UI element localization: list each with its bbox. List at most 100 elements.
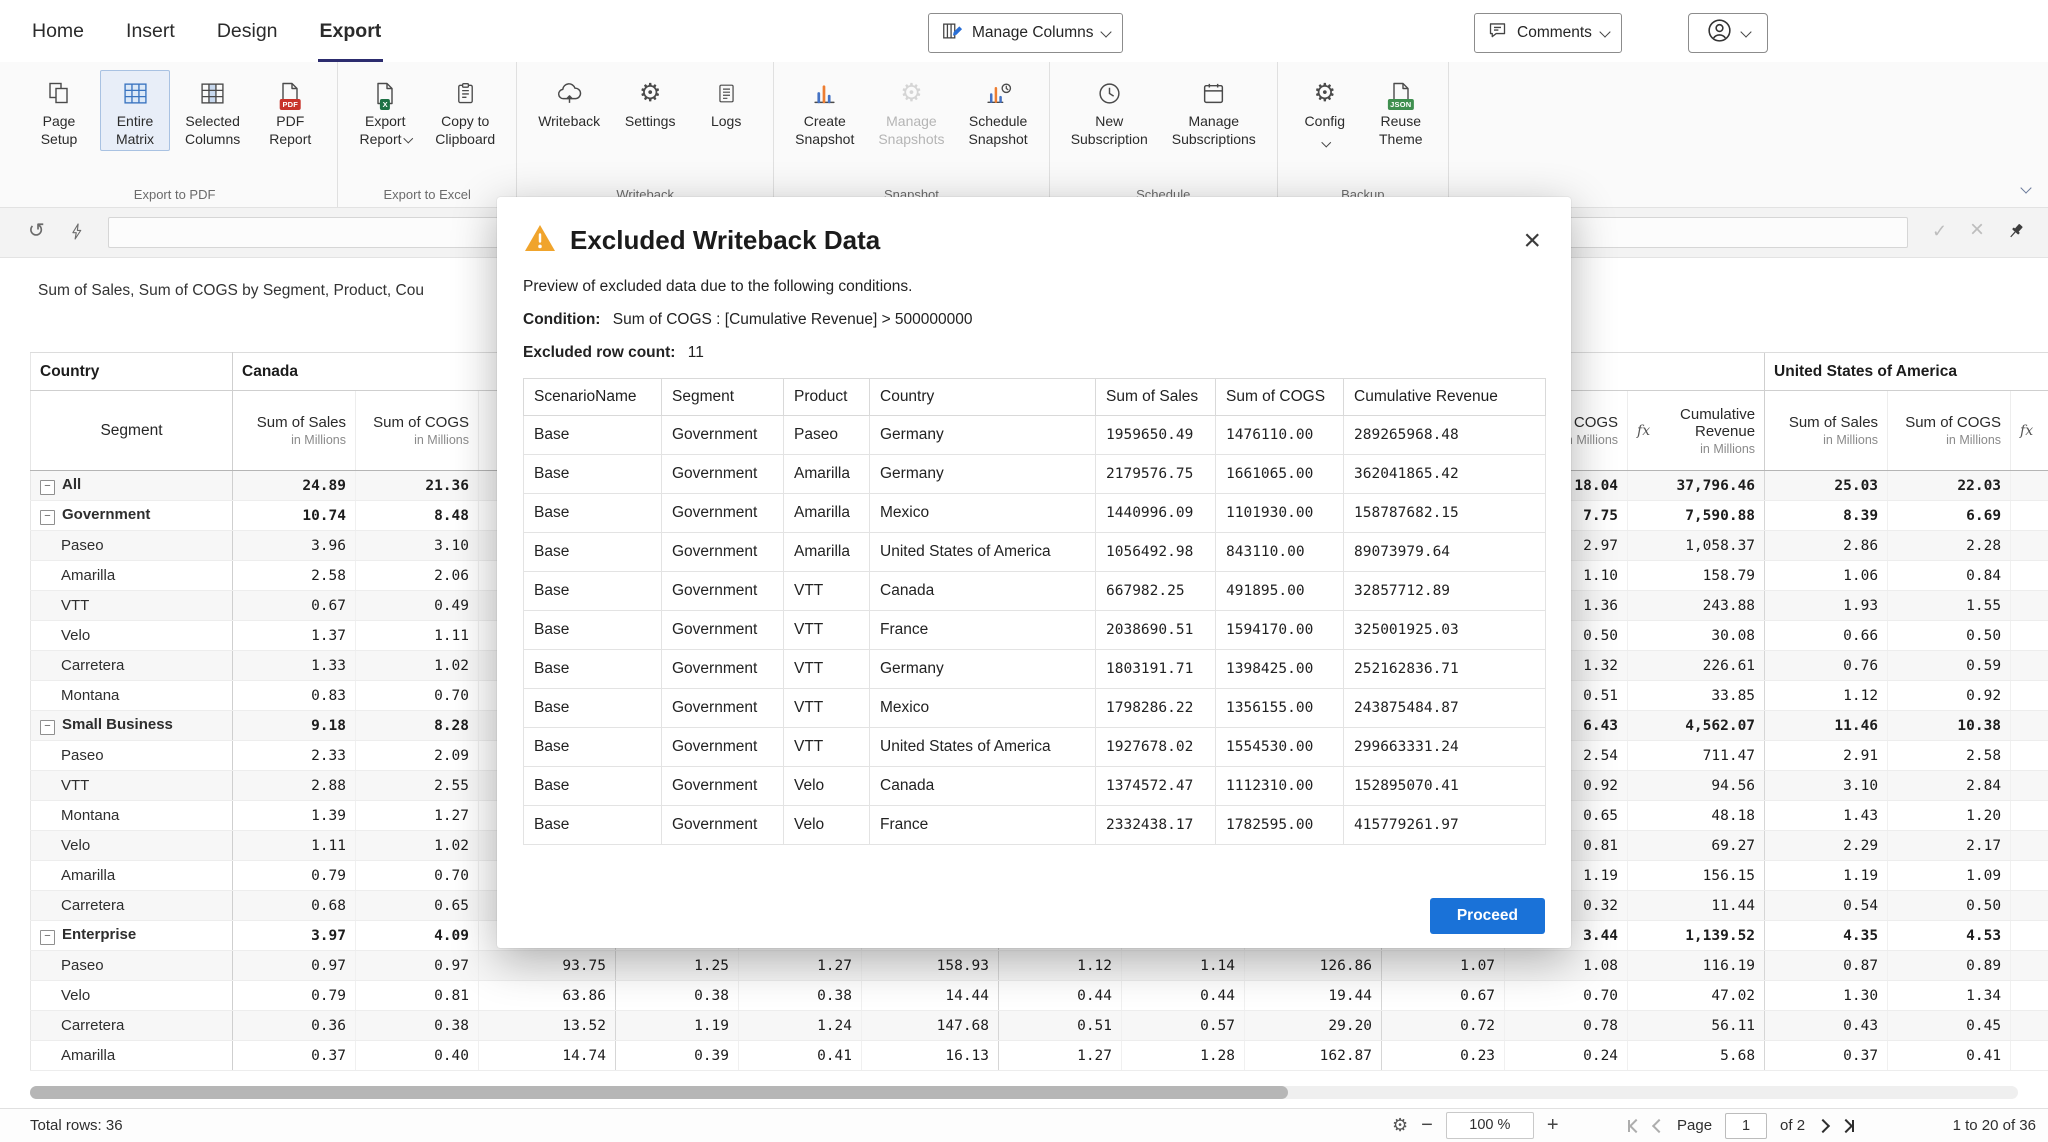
pivot-cell[interactable]: 0.76 — [1765, 651, 1888, 681]
collapse-icon[interactable]: − — [40, 720, 55, 735]
pivot-cell[interactable] — [2011, 531, 2048, 561]
pivot-cell[interactable]: 4,562.07 — [1628, 711, 1765, 741]
logs-button[interactable]: Logs — [691, 70, 761, 134]
tab-design[interactable]: Design — [215, 0, 280, 62]
pivot-cell[interactable]: 47.02 — [1628, 981, 1765, 1011]
pivot-cell[interactable]: 158.93 — [862, 951, 999, 981]
pivot-cell[interactable] — [2011, 741, 2048, 771]
pivot-cell[interactable]: 0.23 — [1382, 1041, 1505, 1071]
pivot-cell[interactable]: 1.02 — [356, 651, 479, 681]
pivot-cell[interactable]: 1.25 — [616, 951, 739, 981]
reuse-theme-button[interactable]: JSONReuseTheme — [1366, 70, 1436, 151]
pivot-cell[interactable]: 0.59 — [1888, 651, 2011, 681]
pivot-cell[interactable]: 0.81 — [356, 981, 479, 1011]
account-button[interactable] — [1688, 13, 1768, 53]
pivot-cell[interactable] — [2011, 981, 2048, 1011]
pivot-cell[interactable]: 0.79 — [233, 981, 356, 1011]
manage-columns-button[interactable]: Manage Columns — [928, 13, 1123, 53]
selected-columns-button[interactable]: SelectedColumns — [176, 70, 249, 151]
pivot-cell[interactable] — [2011, 921, 2048, 951]
pivot-cell[interactable]: 1.07 — [1382, 951, 1505, 981]
pivot-cell[interactable]: 1.11 — [233, 831, 356, 861]
pivot-cell[interactable]: 2.17 — [1888, 831, 2011, 861]
pivot-cell[interactable]: 156.15 — [1628, 861, 1765, 891]
new-subscription-button[interactable]: NewSubscription — [1062, 70, 1157, 151]
pivot-cell[interactable]: 1.43 — [1765, 801, 1888, 831]
pivot-cell[interactable]: 3.96 — [233, 531, 356, 561]
pivot-cell[interactable]: 25.03 — [1765, 471, 1888, 501]
pivot-cell[interactable] — [2011, 651, 2048, 681]
pivot-cell[interactable]: 226.61 — [1628, 651, 1765, 681]
pivot-cell[interactable]: 0.45 — [1888, 1011, 2011, 1041]
pivot-cell[interactable]: 1.27 — [356, 801, 479, 831]
pivot-cell[interactable] — [2011, 1011, 2048, 1041]
pivot-cell[interactable]: 126.86 — [1245, 951, 1382, 981]
pivot-cell[interactable]: 8.48 — [356, 501, 479, 531]
page-setup-button[interactable]: PageSetup — [24, 70, 94, 151]
pivot-cell[interactable]: 1,058.37 — [1628, 531, 1765, 561]
pivot-row-label[interactable]: Carretera — [31, 1011, 233, 1041]
pivot-cell[interactable]: 0.44 — [999, 981, 1122, 1011]
manage-subscriptions-button[interactable]: ManageSubscriptions — [1163, 70, 1265, 151]
pivot-cell[interactable]: 0.68 — [233, 891, 356, 921]
pivot-cell[interactable]: 0.89 — [1888, 951, 2011, 981]
pivot-cell[interactable] — [2011, 471, 2048, 501]
pivot-cell[interactable]: 0.37 — [233, 1041, 356, 1071]
pdf-report-button[interactable]: PDFPDFReport — [255, 70, 325, 151]
pivot-cell[interactable]: 33.85 — [1628, 681, 1765, 711]
pivot-cell[interactable]: 1.55 — [1888, 591, 2011, 621]
copy-to-clipboard-button[interactable]: Copy toClipboard — [426, 70, 504, 151]
collapse-icon[interactable]: − — [40, 480, 55, 495]
pivot-cell[interactable] — [2011, 891, 2048, 921]
pivot-cell[interactable]: 1.20 — [1888, 801, 2011, 831]
pivot-cell[interactable]: 0.40 — [356, 1041, 479, 1071]
pivot-cell[interactable]: 0.50 — [1888, 621, 2011, 651]
pivot-cell[interactable]: 8.28 — [356, 711, 479, 741]
pivot-cell[interactable]: 4.35 — [1765, 921, 1888, 951]
pivot-cell[interactable]: 1.37 — [233, 621, 356, 651]
pivot-cell[interactable]: 56.11 — [1628, 1011, 1765, 1041]
pivot-cell[interactable]: 1.14 — [1122, 951, 1245, 981]
pivot-cell[interactable] — [2011, 711, 2048, 741]
pivot-cell[interactable]: 0.67 — [233, 591, 356, 621]
tab-insert[interactable]: Insert — [124, 0, 177, 62]
pivot-cell[interactable]: 0.38 — [616, 981, 739, 1011]
pivot-cell[interactable]: 2.28 — [1888, 531, 2011, 561]
schedule-snapshot-button[interactable]: ScheduleSnapshot — [960, 70, 1037, 151]
pivot-cell[interactable]: 94.56 — [1628, 771, 1765, 801]
pivot-cell[interactable]: 2.09 — [356, 741, 479, 771]
pivot-cell[interactable]: 1.27 — [999, 1041, 1122, 1071]
page-input[interactable]: 1 — [1725, 1113, 1767, 1139]
pivot-cell[interactable] — [2011, 951, 2048, 981]
pivot-cell[interactable]: 1.06 — [1765, 561, 1888, 591]
pivot-cell[interactable]: 243.88 — [1628, 591, 1765, 621]
pivot-cell[interactable]: 1.33 — [233, 651, 356, 681]
pivot-row-label[interactable]: Montana — [31, 681, 233, 711]
comments-button[interactable]: Comments — [1474, 13, 1622, 53]
pivot-cell[interactable]: 0.38 — [739, 981, 862, 1011]
pivot-cell[interactable]: 48.18 — [1628, 801, 1765, 831]
pivot-cell[interactable]: 24.89 — [233, 471, 356, 501]
create-snapshot-button[interactable]: CreateSnapshot — [786, 70, 863, 151]
close-button[interactable]: × — [1519, 226, 1545, 256]
pivot-cell[interactable]: 2.06 — [356, 561, 479, 591]
pivot-cell[interactable]: 1.08 — [1505, 951, 1628, 981]
pivot-row-label[interactable]: Amarilla — [31, 1041, 233, 1071]
writeback-button[interactable]: Writeback — [529, 70, 609, 134]
tab-export[interactable]: Export — [318, 0, 384, 62]
collapse-icon[interactable]: − — [40, 510, 55, 525]
pivot-row-label[interactable]: Velo — [31, 981, 233, 1011]
pivot-cell[interactable]: 0.24 — [1505, 1041, 1628, 1071]
pivot-cell[interactable]: 0.70 — [356, 861, 479, 891]
pivot-cell[interactable]: 0.44 — [1122, 981, 1245, 1011]
pivot-cell[interactable]: 22.03 — [1888, 471, 2011, 501]
pivot-cell[interactable]: 0.39 — [616, 1041, 739, 1071]
pivot-cell[interactable]: 3.10 — [356, 531, 479, 561]
pivot-cell[interactable]: 1.09 — [1888, 861, 2011, 891]
pivot-cell[interactable]: 1.02 — [356, 831, 479, 861]
pivot-row-label[interactable]: Velo — [31, 831, 233, 861]
last-page-button[interactable] — [1841, 1120, 1854, 1132]
pivot-cell[interactable]: 0.65 — [356, 891, 479, 921]
undo-icon[interactable]: ↺ — [28, 221, 45, 241]
tab-home[interactable]: Home — [30, 0, 86, 62]
